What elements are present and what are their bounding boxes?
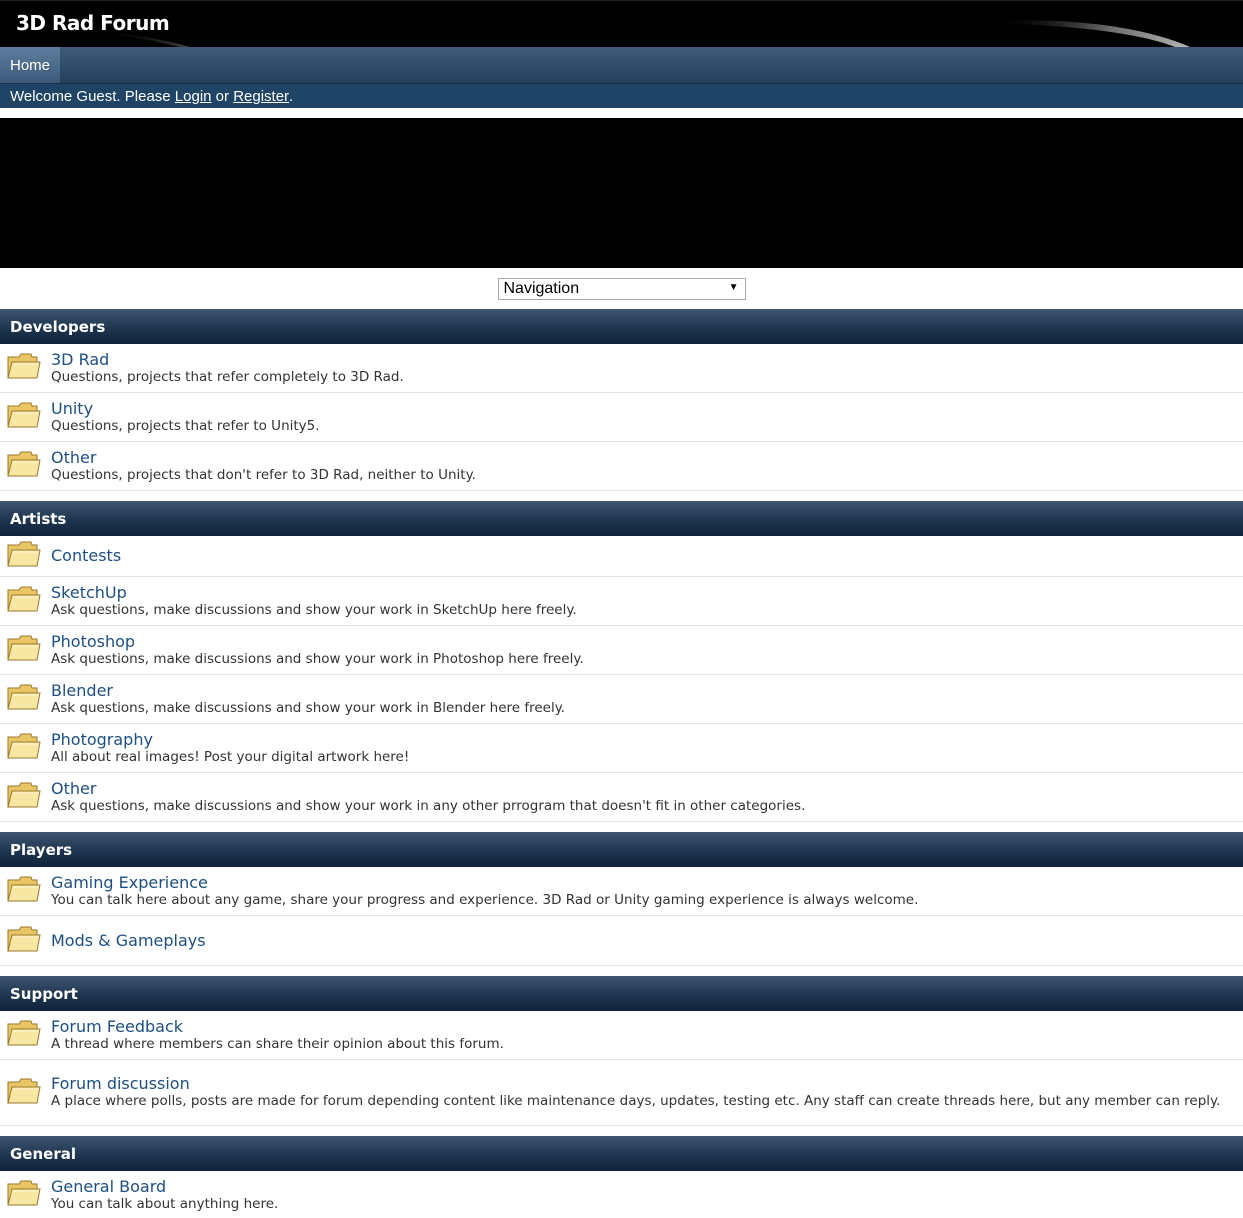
site-header: 3D Rad Forum (0, 0, 1243, 47)
dropdown-arrow-icon: ▼ (728, 281, 739, 293)
forum-row: SketchUp Ask questions, make discussions … (0, 577, 1243, 626)
category-header[interactable]: Artists (0, 501, 1243, 536)
forum-row: 3D Rad Questions, projects that refer com… (0, 344, 1243, 393)
forum-row: Photoshop Ask questions, make discussions… (0, 626, 1243, 675)
forum-description: All about real images! Post your digital… (51, 748, 410, 765)
forum-description: A place where polls, posts are made for … (51, 1093, 1221, 1109)
forum-title-link[interactable]: Mods & Gameplays (51, 931, 206, 950)
forum-row: Other Questions, projects that don't refe… (0, 442, 1243, 491)
folder-icon (7, 449, 41, 483)
forum-title-link[interactable]: Other (51, 448, 486, 467)
category-header[interactable]: Players (0, 832, 1243, 867)
forum-text: Forum Feedback A thread where members can… (51, 1017, 514, 1053)
forum-title-link[interactable]: General Board (51, 1177, 288, 1196)
forum-title-link[interactable]: Unity (51, 399, 330, 418)
forum-title-link[interactable]: SketchUp (51, 583, 587, 602)
forum-row: Other Ask questions, make discussions and… (0, 773, 1243, 822)
forum-title-link[interactable]: Other (51, 779, 815, 798)
forum-row: Photography All about real images! Post y… (0, 724, 1243, 773)
header-swoosh-decoration (100, 20, 1190, 47)
folder-icon (7, 351, 41, 385)
category-header[interactable]: Support (0, 976, 1243, 1011)
forum-description: Questions, projects that refer to Unity5… (51, 417, 320, 434)
folder-icon (7, 633, 41, 667)
folder-icon (7, 1018, 41, 1052)
category-spacer (0, 822, 1243, 832)
forum-text: Gaming Experience You can talk here about… (51, 873, 928, 909)
category-header[interactable]: General (0, 1136, 1243, 1171)
navigation-select-value: Navigation (503, 279, 580, 297)
forum-list: Developers 3D Rad Questions, projects that… (0, 309, 1243, 1218)
forum-text: Mods & Gameplays (51, 931, 206, 950)
forum-text: Forum discussion A place where polls, pos… (51, 1075, 1230, 1110)
forum-text: Photography All about real images! Post y… (51, 730, 419, 766)
forum-row: General Board You can talk about anything… (0, 1171, 1243, 1218)
category-spacer (0, 491, 1243, 501)
forum-description: Ask questions, make discussions and show… (51, 797, 806, 814)
category-spacer (0, 966, 1243, 976)
forum-title-link[interactable]: Photoshop (51, 632, 594, 651)
folder-icon (7, 1076, 41, 1110)
folder-icon (7, 731, 41, 765)
forum-row: Forum discussion A place where polls, pos… (0, 1060, 1243, 1126)
banner-area (0, 118, 1243, 268)
forum-row: Mods & Gameplays (0, 916, 1243, 966)
welcome-bar: Welcome Guest. Please Login or Register. (0, 84, 1243, 108)
forum-text: Blender Ask questions, make discussions a… (51, 681, 575, 717)
folder-icon (7, 400, 41, 434)
navigation-select-wrapper: Navigation ▼ (0, 268, 1243, 309)
forum-description: You can talk here about any game, share … (51, 891, 919, 908)
forum-text: General Board You can talk about anything… (51, 1177, 288, 1213)
nav-tab-home[interactable]: Home (0, 47, 61, 83)
register-link[interactable]: Register (233, 88, 289, 105)
forum-title-link[interactable]: Forum Feedback (51, 1017, 514, 1036)
forum-row: Gaming Experience You can talk here about… (0, 867, 1243, 916)
forum-title-link[interactable]: 3D Rad (51, 350, 414, 369)
forum-row: Contests (0, 536, 1243, 577)
forum-description: A thread where members can share their o… (51, 1035, 504, 1052)
category-header[interactable]: Developers (0, 309, 1243, 344)
forum-description: Questions, projects that don't refer to … (51, 466, 476, 483)
folder-icon (7, 1178, 41, 1212)
forum-row: Forum Feedback A thread where members can… (0, 1011, 1243, 1060)
forum-row: Blender Ask questions, make discussions a… (0, 675, 1243, 724)
folder-icon (7, 584, 41, 618)
forum-text: Photoshop Ask questions, make discussions… (51, 632, 594, 668)
folder-icon (7, 874, 41, 908)
forum-text: Unity Questions, projects that refer to U… (51, 399, 330, 435)
welcome-middle: or (211, 87, 234, 105)
spacer (0, 108, 1243, 118)
welcome-suffix: . (289, 87, 294, 105)
main-navbar: Home (0, 47, 1243, 84)
forum-text: 3D Rad Questions, projects that refer com… (51, 350, 414, 386)
welcome-prefix: Welcome Guest. Please (10, 87, 175, 105)
forum-description: Ask questions, make discussions and show… (51, 601, 577, 618)
folder-icon (7, 682, 41, 716)
forum-description: Ask questions, make discussions and show… (51, 650, 584, 667)
forum-description: Ask questions, make discussions and show… (51, 699, 566, 716)
forum-description: You can talk about anything here. (51, 1195, 279, 1212)
forum-text: Other Questions, projects that don't refe… (51, 448, 486, 484)
forum-title-link[interactable]: Photography (51, 730, 419, 749)
navigation-select[interactable]: Navigation ▼ (497, 277, 746, 300)
login-link[interactable]: Login (175, 88, 212, 105)
forum-title-link[interactable]: Contests (51, 547, 121, 565)
category-spacer (0, 1126, 1243, 1136)
forum-title-link[interactable]: Forum discussion (51, 1075, 1230, 1093)
folder-icon (7, 924, 41, 958)
forum-title-link[interactable]: Gaming Experience (51, 873, 928, 892)
folder-icon (7, 780, 41, 814)
folder-icon (7, 539, 41, 573)
forum-row: Unity Questions, projects that refer to U… (0, 393, 1243, 442)
forum-text: SketchUp Ask questions, make discussions … (51, 583, 587, 619)
forum-text: Other Ask questions, make discussions and… (51, 779, 815, 815)
forum-title-link[interactable]: Blender (51, 681, 575, 700)
forum-text: Contests (51, 547, 121, 565)
forum-description: Questions, projects that refer completel… (51, 368, 404, 385)
